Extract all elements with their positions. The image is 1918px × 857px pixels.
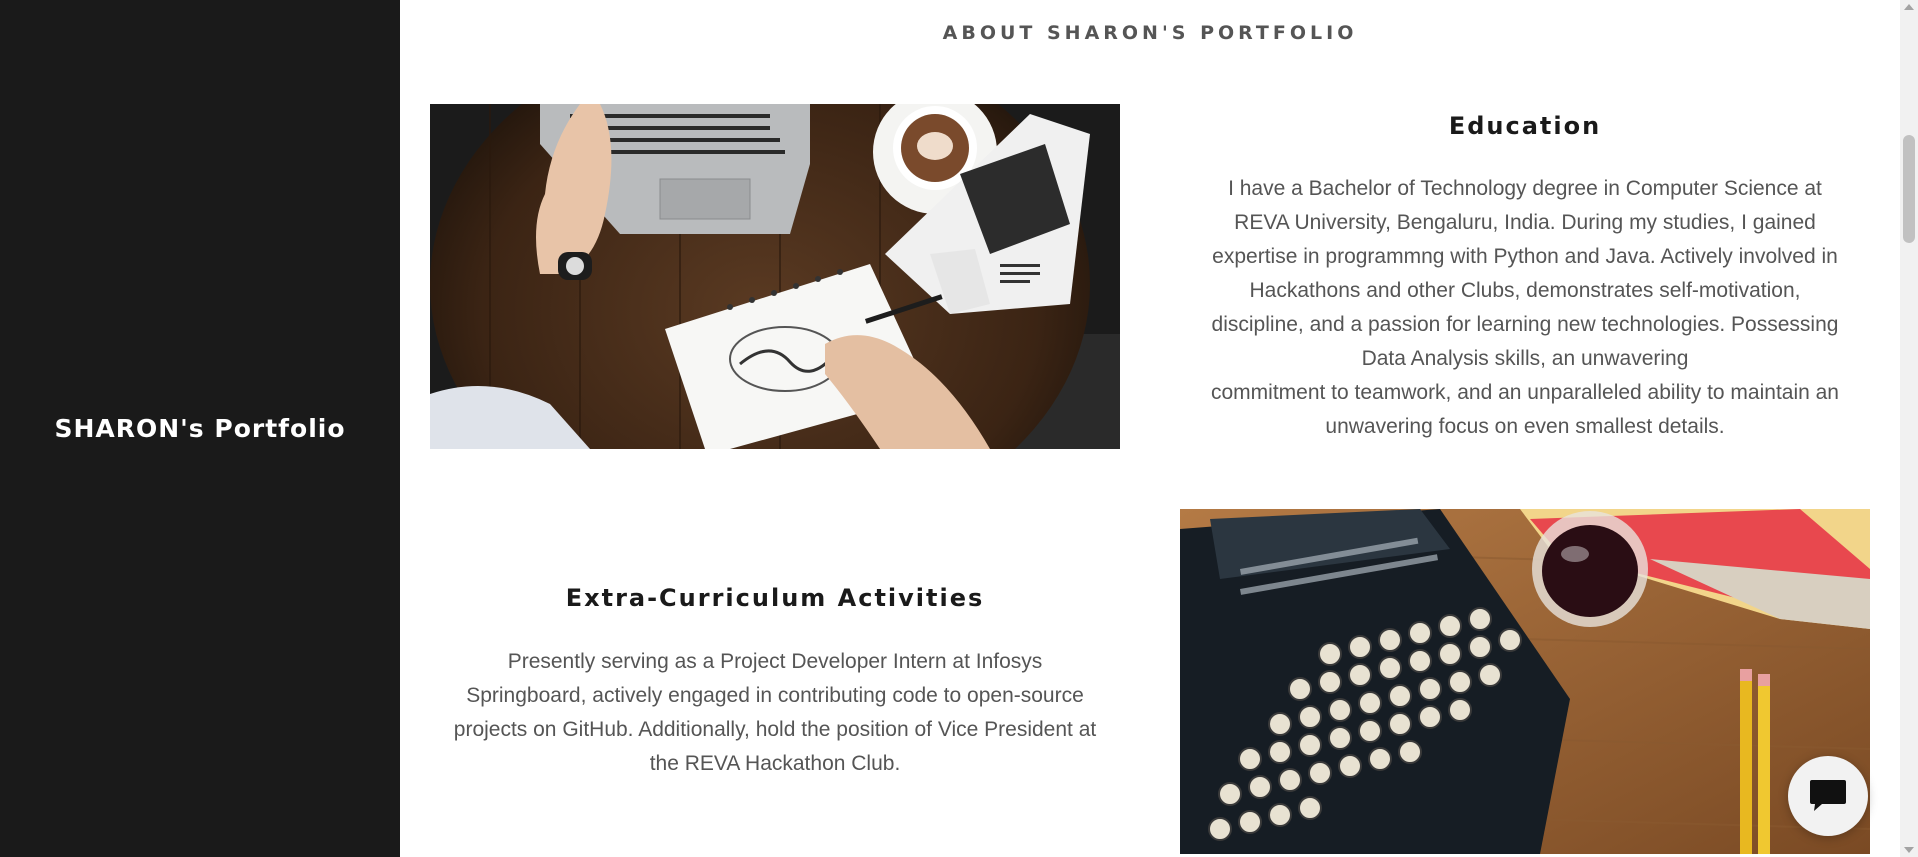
page-scrollbar[interactable] (1900, 0, 1918, 857)
education-title: Education (1448, 112, 1602, 140)
chat-bubble-icon (1810, 780, 1846, 811)
extra-curriculum-title: Extra-Curriculum Activities (565, 584, 985, 612)
extra-line: Springboard, actively engaged in contrib… (466, 684, 1084, 707)
extra-line: Presently serving as a Project Developer… (507, 650, 1043, 673)
extra-curriculum-text: Presently serving as a Project Developer… (430, 645, 1120, 781)
chat-button[interactable] (1788, 756, 1868, 836)
site-title[interactable]: SHARON's Portfolio (54, 414, 345, 443)
section-heading: ABOUT SHARON'S PORTFOLIO (942, 22, 1358, 44)
education-line: discipline, and a passion for learning n… (1211, 313, 1839, 336)
education-line: REVA University, Bengaluru, India. Durin… (1234, 211, 1816, 234)
education-line: commitment to teamwork, and an unparalle… (1211, 381, 1839, 404)
scroll-up-arrow-icon[interactable] (1904, 4, 1914, 10)
sidebar: SHARON's Portfolio (0, 0, 400, 857)
main-content: ABOUT SHARON'S PORTFOLIO Education I hav… (400, 0, 1900, 857)
education-line: Hackathons and other Clubs, demonstrates… (1249, 279, 1801, 302)
extra-line: projects on GitHub. Additionally, hold t… (453, 718, 1097, 741)
education-line: unwavering focus on even smallest detail… (1325, 415, 1725, 438)
typewriter-photo (1180, 509, 1870, 854)
education-text: I have a Bachelor of Technology degree i… (1180, 172, 1870, 444)
extra-line: the REVA Hackathon Club. (649, 752, 901, 775)
education-line: expertise in programmng with Python and … (1212, 245, 1838, 268)
education-line: I have a Bachelor of Technology degree i… (1228, 177, 1822, 200)
scroll-thumb[interactable] (1903, 135, 1915, 243)
desk-workspace-photo (430, 104, 1120, 449)
scroll-down-arrow-icon[interactable] (1904, 847, 1914, 853)
education-line: Data Analysis skills, an unwavering (1361, 347, 1689, 370)
